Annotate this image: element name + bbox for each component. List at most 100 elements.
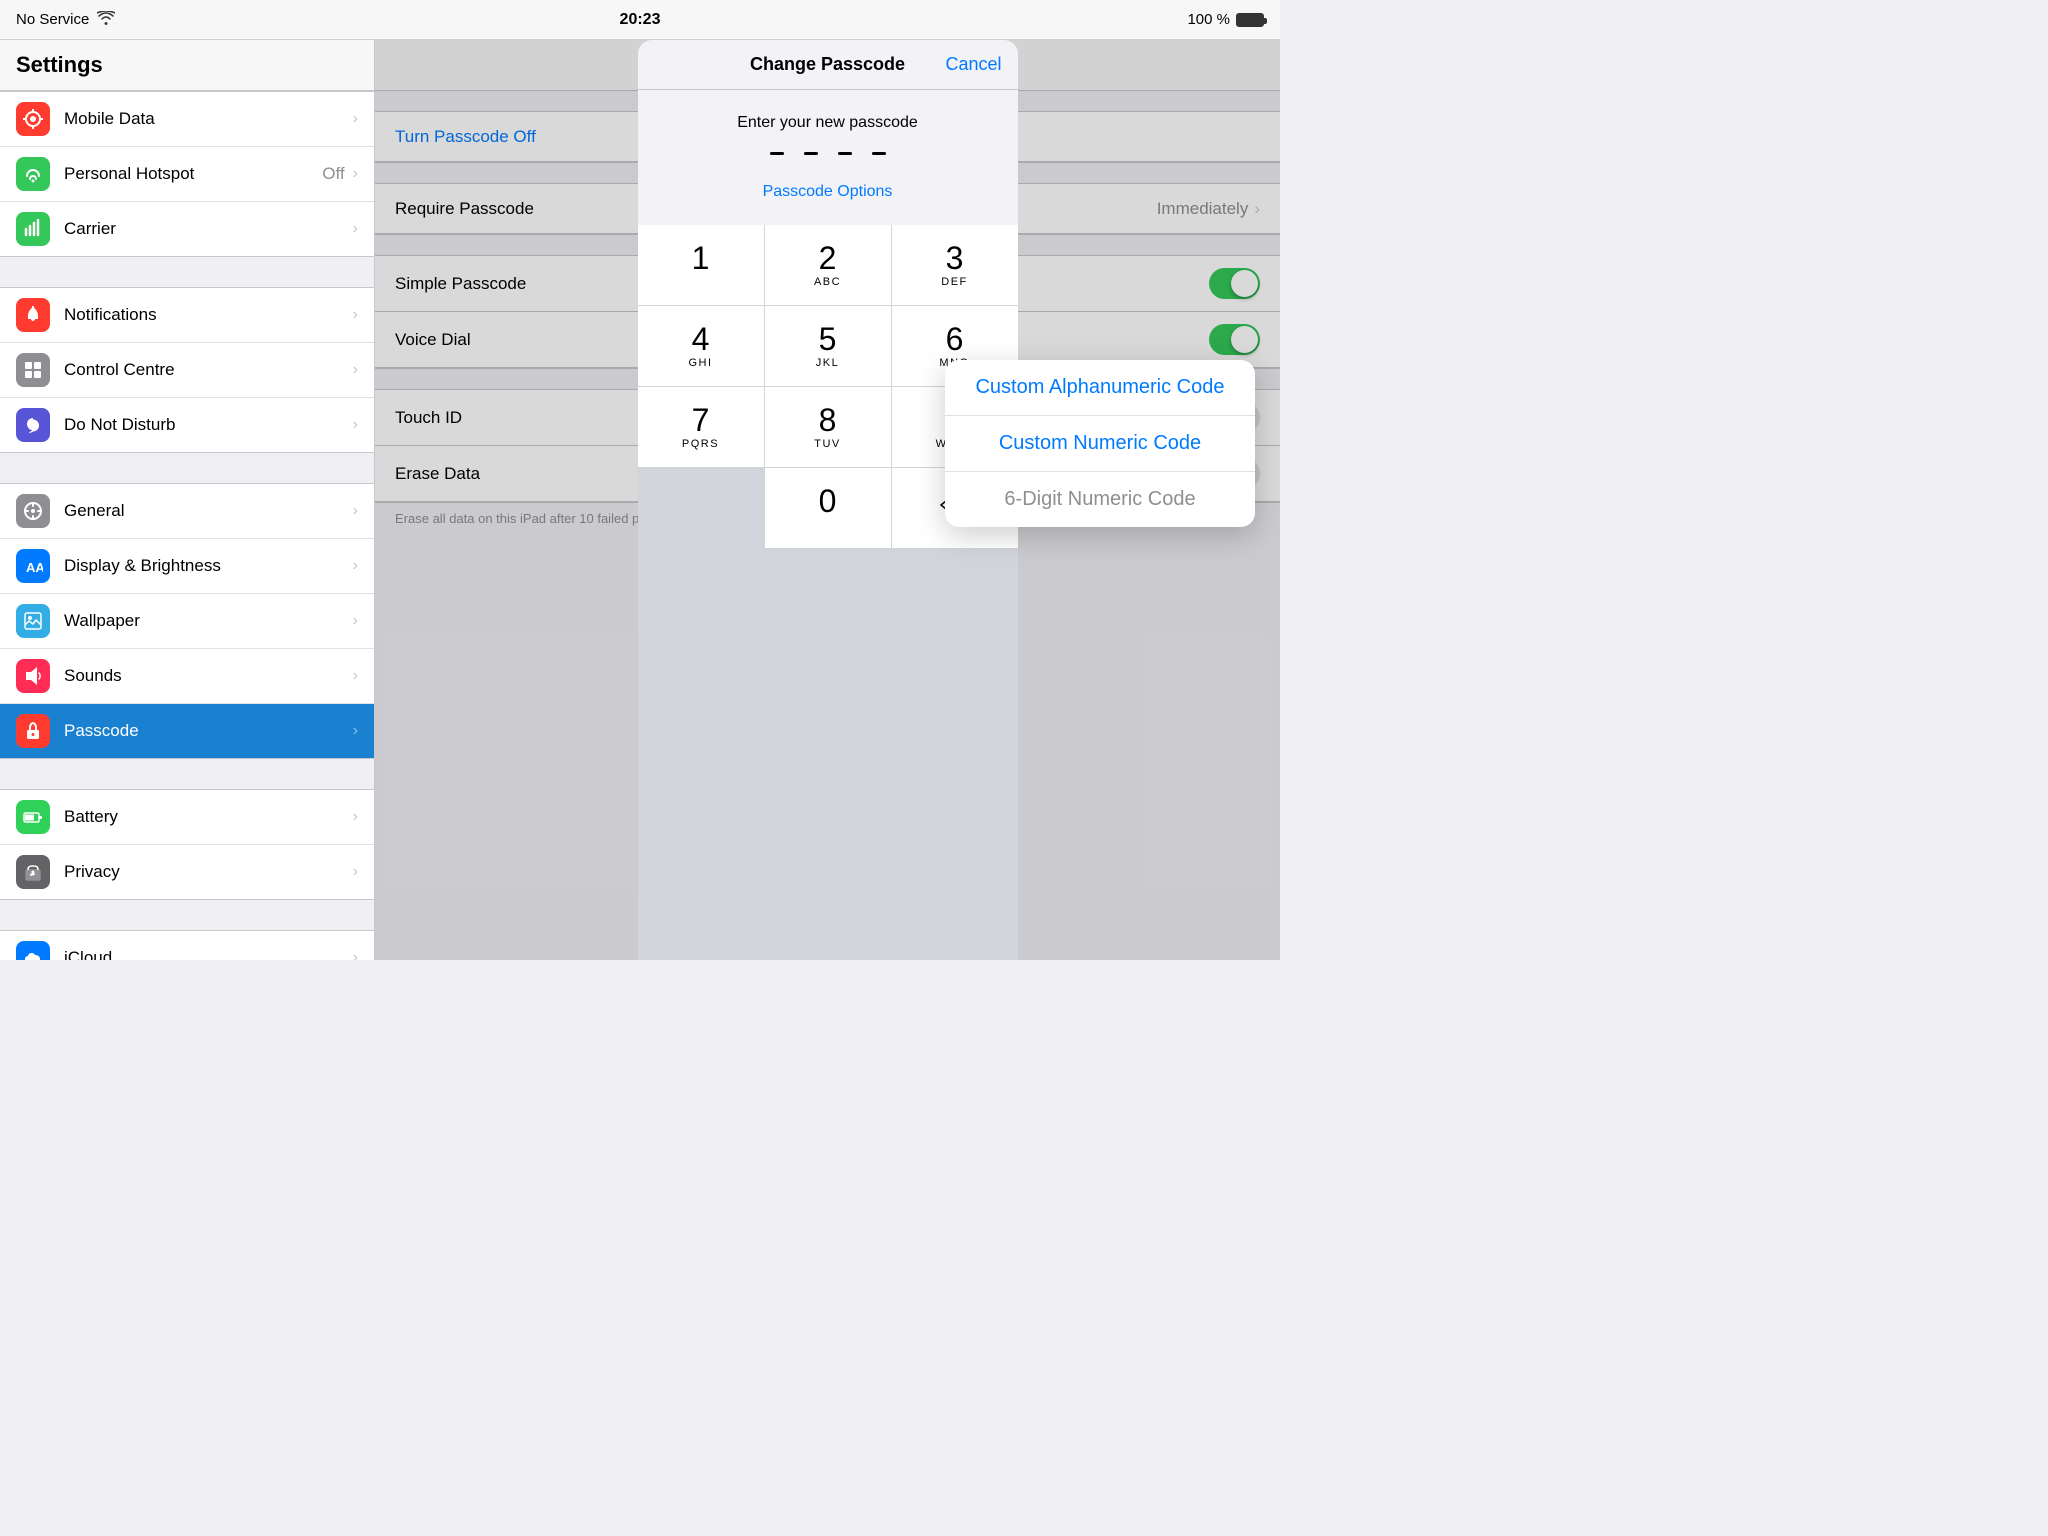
notifications-label: Notifications	[64, 305, 345, 325]
key-0[interactable]: 0	[765, 468, 891, 548]
dnd-icon	[16, 408, 50, 442]
sidebar: Settings Mobile Data ›	[0, 40, 375, 960]
status-right: 100 %	[1187, 11, 1264, 28]
key-0-number: 0	[819, 485, 837, 517]
wallpaper-icon	[16, 604, 50, 638]
privacy-chevron: ›	[353, 863, 358, 881]
dropdown-6-digit-numeric[interactable]: 6-Digit Numeric Code	[945, 472, 1255, 527]
modal-prompt: Enter your new passcode	[737, 114, 918, 132]
passcode-dot-4	[872, 152, 886, 155]
key-4-number: 4	[692, 323, 710, 355]
sidebar-item-control-centre[interactable]: Control Centre ›	[0, 343, 374, 398]
passcode-options-button[interactable]: Passcode Options	[763, 175, 893, 209]
key-8[interactable]: 8 TUV	[765, 387, 891, 467]
key-4-letters: GHI	[688, 357, 712, 369]
control-centre-icon	[16, 353, 50, 387]
sidebar-item-do-not-disturb[interactable]: Do Not Disturb ›	[0, 398, 374, 452]
passcode-options-dropdown: Custom Alphanumeric Code Custom Numeric …	[945, 360, 1255, 527]
sidebar-item-personal-hotspot[interactable]: Personal Hotspot Off ›	[0, 147, 374, 202]
sidebar-item-notifications[interactable]: Notifications ›	[0, 288, 374, 343]
hotspot-label: Personal Hotspot	[64, 164, 322, 184]
sidebar-item-display-brightness[interactable]: AA Display & Brightness ›	[0, 539, 374, 594]
display-icon: AA	[16, 549, 50, 583]
notifications-icon	[16, 298, 50, 332]
notifications-chevron: ›	[353, 306, 358, 324]
display-label: Display & Brightness	[64, 556, 345, 576]
carrier-label: Carrier	[64, 219, 345, 239]
hotspot-chevron: ›	[353, 165, 358, 183]
battery-label: Battery	[64, 807, 345, 827]
key-5-number: 5	[819, 323, 837, 355]
svg-text:AA: AA	[26, 560, 43, 575]
key-2-number: 2	[819, 242, 837, 274]
sidebar-item-wallpaper[interactable]: Wallpaper ›	[0, 594, 374, 649]
key-3-letters: DEF	[941, 276, 968, 288]
general-icon	[16, 494, 50, 528]
dropdown-custom-numeric[interactable]: Custom Numeric Code	[945, 416, 1255, 472]
sidebar-item-mobile-data[interactable]: Mobile Data ›	[0, 92, 374, 147]
passcode-dots	[770, 152, 886, 155]
key-empty	[638, 468, 764, 548]
sidebar-item-sounds[interactable]: Sounds ›	[0, 649, 374, 704]
modal-cancel-button[interactable]: Cancel	[945, 54, 1001, 75]
passcode-dot-3	[838, 152, 852, 155]
general-label: General	[64, 501, 345, 521]
dropdown-custom-alphanumeric[interactable]: Custom Alphanumeric Code	[945, 360, 1255, 416]
battery-chevron: ›	[353, 808, 358, 826]
key-4[interactable]: 4 GHI	[638, 306, 764, 386]
key-8-number: 8	[819, 404, 837, 436]
no-service-label: No Service	[16, 11, 89, 28]
mobile-data-icon	[16, 102, 50, 136]
main-layout: Settings Mobile Data ›	[0, 40, 1280, 960]
sounds-icon	[16, 659, 50, 693]
sidebar-item-passcode[interactable]: Passcode ›	[0, 704, 374, 758]
general-chevron: ›	[353, 502, 358, 520]
key-7[interactable]: 7 PQRS	[638, 387, 764, 467]
carrier-chevron: ›	[353, 220, 358, 238]
battery-icon	[1236, 13, 1264, 27]
modal-title: Change Passcode	[750, 54, 905, 75]
sidebar-item-icloud[interactable]: iCloud ›	[0, 931, 374, 960]
mobile-data-chevron: ›	[353, 110, 358, 128]
mobile-data-label: Mobile Data	[64, 109, 345, 129]
display-chevron: ›	[353, 557, 358, 575]
key-7-number: 7	[692, 404, 710, 436]
group-spacer-2	[0, 453, 374, 483]
dnd-label: Do Not Disturb	[64, 415, 345, 435]
key-3[interactable]: 3 DEF	[892, 225, 1018, 305]
wallpaper-chevron: ›	[353, 612, 358, 630]
modal-body: Enter your new passcode Passcode Options	[638, 90, 1018, 225]
wifi-icon	[97, 11, 115, 29]
right-panel: Passcode Lock Turn Passcode Off Require …	[375, 40, 1280, 960]
status-bar: No Service 20:23 100 %	[0, 0, 1280, 40]
key-3-number: 3	[946, 242, 964, 274]
hotspot-icon	[16, 157, 50, 191]
key-5-letters: JKL	[816, 357, 839, 369]
key-7-letters: PQRS	[682, 438, 719, 450]
icloud-chevron: ›	[353, 949, 358, 960]
privacy-label: Privacy	[64, 862, 345, 882]
key-2[interactable]: 2 ABC	[765, 225, 891, 305]
battery-icon	[16, 800, 50, 834]
control-centre-label: Control Centre	[64, 360, 345, 380]
sidebar-item-carrier[interactable]: Carrier ›	[0, 202, 374, 256]
passcode-dot-1	[770, 152, 784, 155]
sidebar-item-privacy[interactable]: Privacy ›	[0, 845, 374, 899]
group-spacer-1	[0, 257, 374, 287]
carrier-icon	[16, 212, 50, 246]
sidebar-title: Settings	[0, 40, 374, 91]
sidebar-item-general[interactable]: General ›	[0, 484, 374, 539]
key-6-number: 6	[946, 323, 964, 355]
battery-percent: 100 %	[1187, 11, 1230, 28]
passcode-dot-2	[804, 152, 818, 155]
sounds-chevron: ›	[353, 667, 358, 685]
settings-group-battery: Battery › Privacy ›	[0, 789, 374, 900]
settings-group-general: General › AA Display & Brightness ›	[0, 483, 374, 759]
icloud-label: iCloud	[64, 948, 345, 960]
sidebar-item-battery[interactable]: Battery ›	[0, 790, 374, 845]
key-1[interactable]: 1	[638, 225, 764, 305]
control-centre-chevron: ›	[353, 361, 358, 379]
settings-group-network: Mobile Data › Personal Hotspot Off ›	[0, 91, 374, 257]
key-1-letters	[698, 276, 703, 288]
key-5[interactable]: 5 JKL	[765, 306, 891, 386]
